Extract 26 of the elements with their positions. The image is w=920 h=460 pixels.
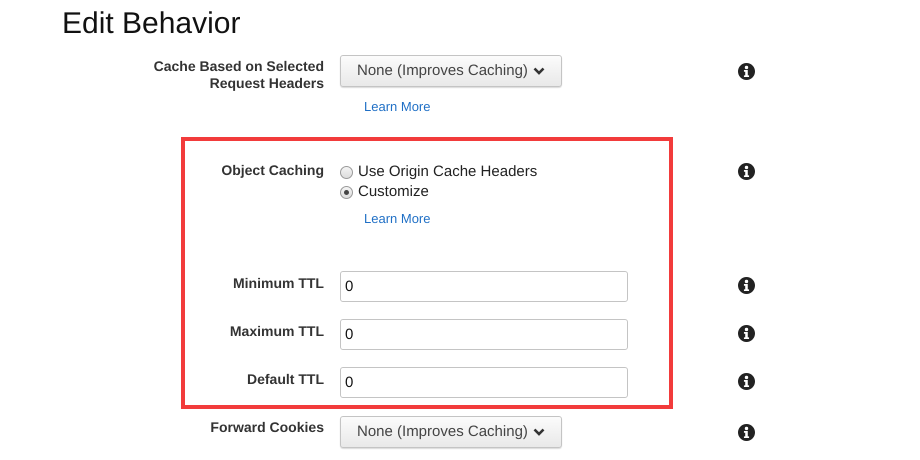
- text-input-field[interactable]: 0: [340, 367, 628, 398]
- dropdown-button[interactable]: None (Improves Caching): [340, 55, 562, 87]
- text-input-field[interactable]: 0: [340, 271, 628, 302]
- radio-button[interactable]: [340, 186, 353, 198]
- radio-option[interactable]: Use Origin Cache Headers: [340, 162, 538, 182]
- chevron-down-icon: [532, 67, 545, 75]
- info-icon[interactable]: [738, 63, 755, 80]
- field-label: Forward Cookies: [209, 418, 324, 436]
- dropdown-button[interactable]: None (Improves Caching): [340, 416, 562, 448]
- radio-button[interactable]: [340, 166, 353, 178]
- field-label: Minimum TTL: [232, 274, 324, 292]
- info-icon[interactable]: [738, 373, 755, 390]
- field-label: Object Caching: [220, 162, 324, 179]
- field-label: Cache Based on Selected Request Headers: [152, 57, 324, 92]
- field-label: Maximum TTL: [228, 322, 324, 340]
- chevron-down-icon: [532, 428, 545, 436]
- page-title: Edit Behavior: [61, 6, 242, 42]
- info-icon[interactable]: [738, 424, 755, 441]
- learn-more-link[interactable]: Learn More: [364, 99, 430, 115]
- learn-more-link[interactable]: Learn More: [364, 211, 430, 227]
- radio-option[interactable]: Customize: [340, 182, 429, 202]
- info-icon[interactable]: [738, 163, 755, 180]
- info-icon[interactable]: [738, 277, 755, 294]
- field-label: Default TTL: [246, 370, 324, 388]
- text-input-field[interactable]: 0: [340, 319, 628, 350]
- info-icon[interactable]: [738, 325, 755, 342]
